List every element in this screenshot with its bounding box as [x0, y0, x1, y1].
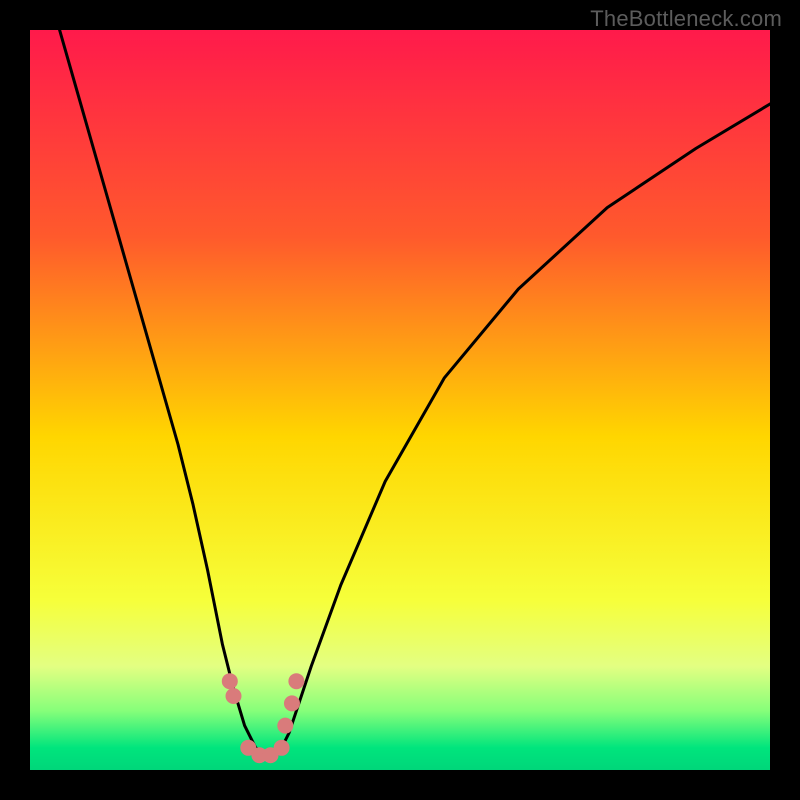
plot-area	[30, 30, 770, 770]
highlight-point	[226, 688, 242, 704]
chart-frame: TheBottleneck.com	[0, 0, 800, 800]
highlight-point	[288, 673, 304, 689]
highlight-point	[222, 673, 238, 689]
highlight-point	[284, 695, 300, 711]
highlight-point	[277, 718, 293, 734]
highlight-point	[274, 740, 290, 756]
curve-layer	[30, 30, 770, 770]
bottleneck-curve	[60, 30, 770, 755]
watermark-text: TheBottleneck.com	[590, 6, 782, 32]
